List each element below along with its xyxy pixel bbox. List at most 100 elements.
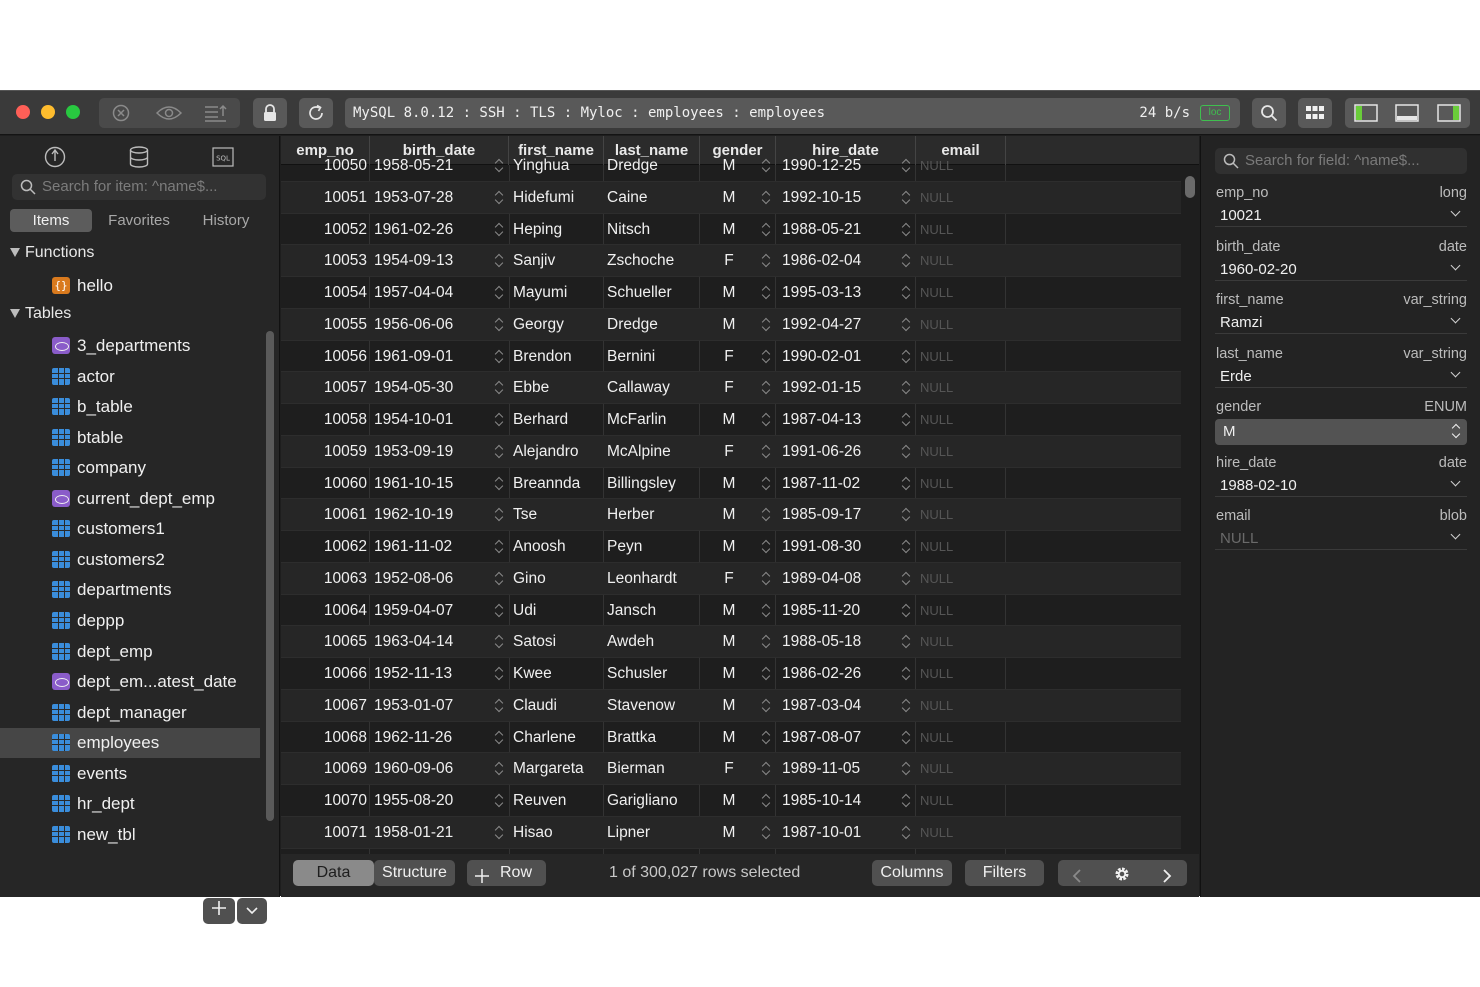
cell-first-name[interactable]: Satosi	[513, 626, 556, 657]
cell-emp-no[interactable]: 10070	[281, 785, 367, 816]
cell-emp-no[interactable]: 10067	[281, 690, 367, 721]
tab-favorites[interactable]: Favorites	[98, 209, 180, 232]
cell-last-name[interactable]: Nitsch	[607, 214, 650, 245]
cell-gender[interactable]: F	[719, 436, 739, 467]
cell-emp-no[interactable]: 10064	[281, 595, 367, 626]
cell-first-name[interactable]: Yinghua	[513, 150, 569, 181]
stepper-icon[interactable]	[901, 158, 911, 173]
minimize-window-button[interactable]	[41, 105, 55, 119]
cell-hire-date[interactable]: 1986-02-04	[782, 245, 861, 276]
cell-emp-no[interactable]: 10063	[281, 563, 367, 594]
cell-hire-date[interactable]: 1992-01-15	[782, 372, 861, 403]
stepper-icon[interactable]	[761, 507, 771, 522]
filters-button[interactable]: Filters	[965, 860, 1044, 886]
cell-birth-date[interactable]: 1958-01-21	[374, 817, 453, 848]
cell-email[interactable]: NULL	[920, 753, 953, 784]
cell-email[interactable]: NULL	[920, 595, 953, 626]
cell-emp-no[interactable]: 10053	[281, 245, 367, 276]
stepper-icon[interactable]	[901, 253, 911, 268]
cell-first-name[interactable]: Charlene	[513, 722, 576, 753]
cell-gender[interactable]: M	[719, 626, 739, 657]
table-row[interactable]: 10050 1958-05-21 Yinghua Dredge M 1990-12-25 N…	[281, 150, 1181, 182]
table-row[interactable]: 10070 1955-08-20 Reuven Garigliano M 1985-10-…	[281, 785, 1181, 817]
cell-birth-date[interactable]: 1961-02-26	[374, 214, 453, 245]
cell-email[interactable]: NULL	[920, 182, 953, 213]
stepper-icon[interactable]	[761, 666, 771, 681]
cell-first-name[interactable]: Hidefumi	[513, 182, 574, 213]
cell-emp-no[interactable]: 10057	[281, 372, 367, 403]
cell-last-name[interactable]: Herber	[607, 499, 654, 530]
cell-first-name[interactable]: Berhard	[513, 404, 568, 435]
stepper-icon[interactable]	[494, 507, 504, 522]
cell-email[interactable]: NULL	[920, 531, 953, 562]
cell-email[interactable]: NULL	[920, 563, 953, 594]
cell-last-name[interactable]: Schueller	[607, 277, 672, 308]
stepper-icon[interactable]	[761, 730, 771, 745]
refresh-button[interactable]	[299, 98, 333, 128]
cell-first-name[interactable]: Reuven	[513, 785, 566, 816]
table-row[interactable]: 10054 1957-04-04 Mayumi Schueller M 1995-03-1…	[281, 277, 1181, 309]
cell-gender[interactable]: M	[719, 309, 739, 340]
table-row[interactable]: 10060 1961-10-15 Breannda Billingsley M 1987-…	[281, 468, 1181, 500]
cell-birth-date[interactable]: 1954-10-01	[374, 404, 453, 435]
sidebar-item-table[interactable]: customers1	[0, 514, 260, 544]
stepper-icon[interactable]	[494, 222, 504, 237]
toggle-left-panel-icon[interactable]	[1354, 104, 1378, 122]
cell-last-name[interactable]: Schusler	[607, 658, 667, 689]
stepper-icon[interactable]	[494, 349, 504, 364]
stepper-icon[interactable]	[761, 222, 771, 237]
table-row[interactable]: 10057 1954-05-30 Ebbe Callaway F 1992-01-15 NU…	[281, 372, 1181, 405]
cell-first-name[interactable]: Ebbe	[513, 372, 549, 403]
cell-hire-date[interactable]: 1988-05-21	[782, 214, 861, 245]
workspace-grid-button[interactable]	[1298, 98, 1332, 128]
field-value-input[interactable]: 10021	[1215, 205, 1467, 227]
field-value-input[interactable]: 1988-02-10	[1215, 475, 1467, 497]
connection-icon[interactable]	[42, 144, 68, 170]
sidebar-item-table[interactable]: actor	[0, 362, 260, 392]
gear-icon[interactable]	[1113, 865, 1131, 892]
stepper-icon[interactable]	[901, 349, 911, 364]
cell-email[interactable]: NULL	[920, 341, 953, 372]
cell-gender[interactable]: M	[719, 595, 739, 626]
cell-last-name[interactable]: Billingsley	[607, 468, 676, 499]
stepper-icon[interactable]	[494, 793, 504, 808]
stepper-icon[interactable]	[494, 190, 504, 205]
cell-first-name[interactable]: Breannda	[513, 468, 580, 499]
item-search-input[interactable]: Search for item: ^name$...	[12, 174, 266, 200]
table-row[interactable]: 10062 1961-11-02 Anoosh Peyn M 1991-08-30 NULL	[281, 531, 1181, 563]
cell-email[interactable]: NULL	[920, 277, 953, 308]
stepper-icon[interactable]	[761, 412, 771, 427]
cell-hire-date[interactable]: 1990-12-25	[782, 150, 861, 181]
cell-last-name[interactable]: Caine	[607, 182, 648, 213]
cell-emp-no[interactable]: 10061	[281, 499, 367, 530]
cell-first-name[interactable]: Gino	[513, 563, 546, 594]
stepper-icon[interactable]	[901, 380, 911, 395]
table-row[interactable]: 10055 1956-06-06 Georgy Dredge M 1992-04-27 NU…	[281, 308, 1181, 341]
cell-emp-no[interactable]: 10056	[281, 341, 367, 372]
cell-birth-date[interactable]: 1955-08-20	[374, 785, 453, 816]
stepper-icon[interactable]	[761, 476, 771, 491]
stepper-icon[interactable]	[761, 253, 771, 268]
next-page-icon[interactable]	[1162, 866, 1172, 892]
cell-birth-date[interactable]: 1952-08-06	[374, 563, 453, 594]
table-row[interactable]: 10071 1958-01-21 Hisao Lipner M 1987-10-01 NUL…	[281, 816, 1181, 849]
sidebar-item-table[interactable]: departments	[0, 575, 260, 605]
sidebar-item-table[interactable]: events	[0, 759, 260, 789]
functions-group-header[interactable]: Functions	[10, 244, 94, 262]
cell-first-name[interactable]: Udi	[513, 595, 536, 626]
cell-birth-date[interactable]: 1953-07-28	[374, 182, 453, 213]
table-row[interactable]: 10063 1952-08-06 Gino Leonhardt F 1989-04-08 N…	[281, 562, 1181, 595]
stepper-icon[interactable]	[901, 730, 911, 745]
stepper-icon[interactable]	[761, 190, 771, 205]
previous-page-icon[interactable]	[1072, 866, 1082, 892]
cell-birth-date[interactable]: 1961-11-02	[374, 531, 452, 562]
cell-email[interactable]: NULL	[920, 817, 953, 848]
stepper-icon[interactable]	[761, 825, 771, 840]
cell-email[interactable]: NULL	[920, 468, 953, 499]
chevron-down-icon[interactable]	[1450, 260, 1461, 270]
table-row[interactable]: 10059 1953-09-19 Alejandro McAlpine F 1991-06…	[281, 435, 1181, 468]
cell-last-name[interactable]: McAlpine	[607, 436, 671, 467]
cell-gender[interactable]: F	[719, 753, 739, 784]
sidebar-item-table[interactable]: b_table	[0, 392, 260, 422]
cell-emp-no[interactable]: 10054	[281, 277, 367, 308]
